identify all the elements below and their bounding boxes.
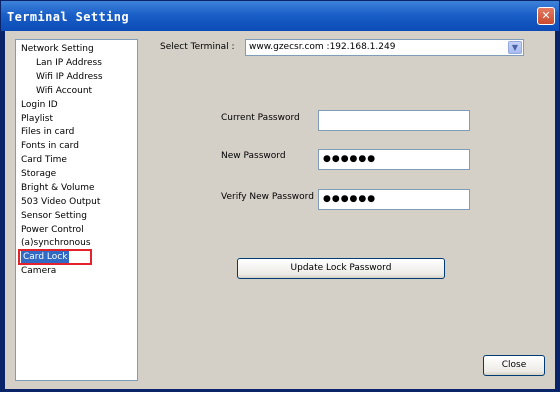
dialog-body: Network Setting Lan IP Address Wifi IP A… xyxy=(5,31,555,389)
tree-item-bright-volume[interactable]: Bright & Volume xyxy=(21,182,95,195)
tree-item-sensor-setting[interactable]: Sensor Setting xyxy=(21,210,87,223)
tree-item-card-time[interactable]: Card Time xyxy=(21,154,67,167)
tree-item-network-setting[interactable]: Network Setting xyxy=(21,43,94,56)
new-password-field[interactable]: ●●●●●● xyxy=(318,149,470,170)
select-terminal-label: Select Terminal : xyxy=(160,42,235,52)
tree-item-power-control[interactable]: Power Control xyxy=(21,224,84,237)
current-password-field[interactable] xyxy=(318,110,470,131)
tree-item-wifi-account[interactable]: Wifi Account xyxy=(36,85,92,98)
tree-item-login-id[interactable]: Login ID xyxy=(21,99,58,112)
verify-password-field[interactable]: ●●●●●● xyxy=(318,189,470,210)
tree-item-files-in-card[interactable]: Files in card xyxy=(21,126,74,139)
tree-item-storage[interactable]: Storage xyxy=(21,168,56,181)
highlight-box xyxy=(18,249,92,265)
close-icon[interactable]: ✕ xyxy=(537,7,555,25)
new-password-value: ●●●●●● xyxy=(323,154,377,164)
current-password-label: Current Password xyxy=(221,113,300,123)
tree-item-video-output[interactable]: 503 Video Output xyxy=(21,196,100,209)
settings-tree[interactable]: Network Setting Lan IP Address Wifi IP A… xyxy=(15,39,138,381)
terminal-select[interactable]: www.gzecsr.com :192.168.1.249 ▼ xyxy=(245,39,524,56)
verify-password-value: ●●●●●● xyxy=(323,194,377,204)
tree-item-fonts-in-card[interactable]: Fonts in card xyxy=(21,140,79,153)
window-title: Terminal Setting xyxy=(7,10,129,24)
tree-item-camera[interactable]: Camera xyxy=(21,265,56,278)
tree-item-lan-ip-address[interactable]: Lan IP Address xyxy=(36,57,102,70)
close-button[interactable]: Close xyxy=(483,355,545,376)
title-bar: Terminal Setting ✕ xyxy=(1,1,559,31)
update-lock-password-button[interactable]: Update Lock Password xyxy=(237,258,445,279)
chevron-down-icon[interactable]: ▼ xyxy=(508,41,522,54)
new-password-label: New Password xyxy=(221,151,286,161)
terminal-setting-window: Terminal Setting ✕ Network Setting Lan I… xyxy=(0,0,560,392)
tree-item-wifi-ip-address[interactable]: Wifi IP Address xyxy=(36,71,103,84)
verify-password-label: Verify New Password xyxy=(221,192,314,202)
terminal-select-value: www.gzecsr.com :192.168.1.249 xyxy=(249,42,396,52)
tree-item-playlist[interactable]: Playlist xyxy=(21,113,53,126)
